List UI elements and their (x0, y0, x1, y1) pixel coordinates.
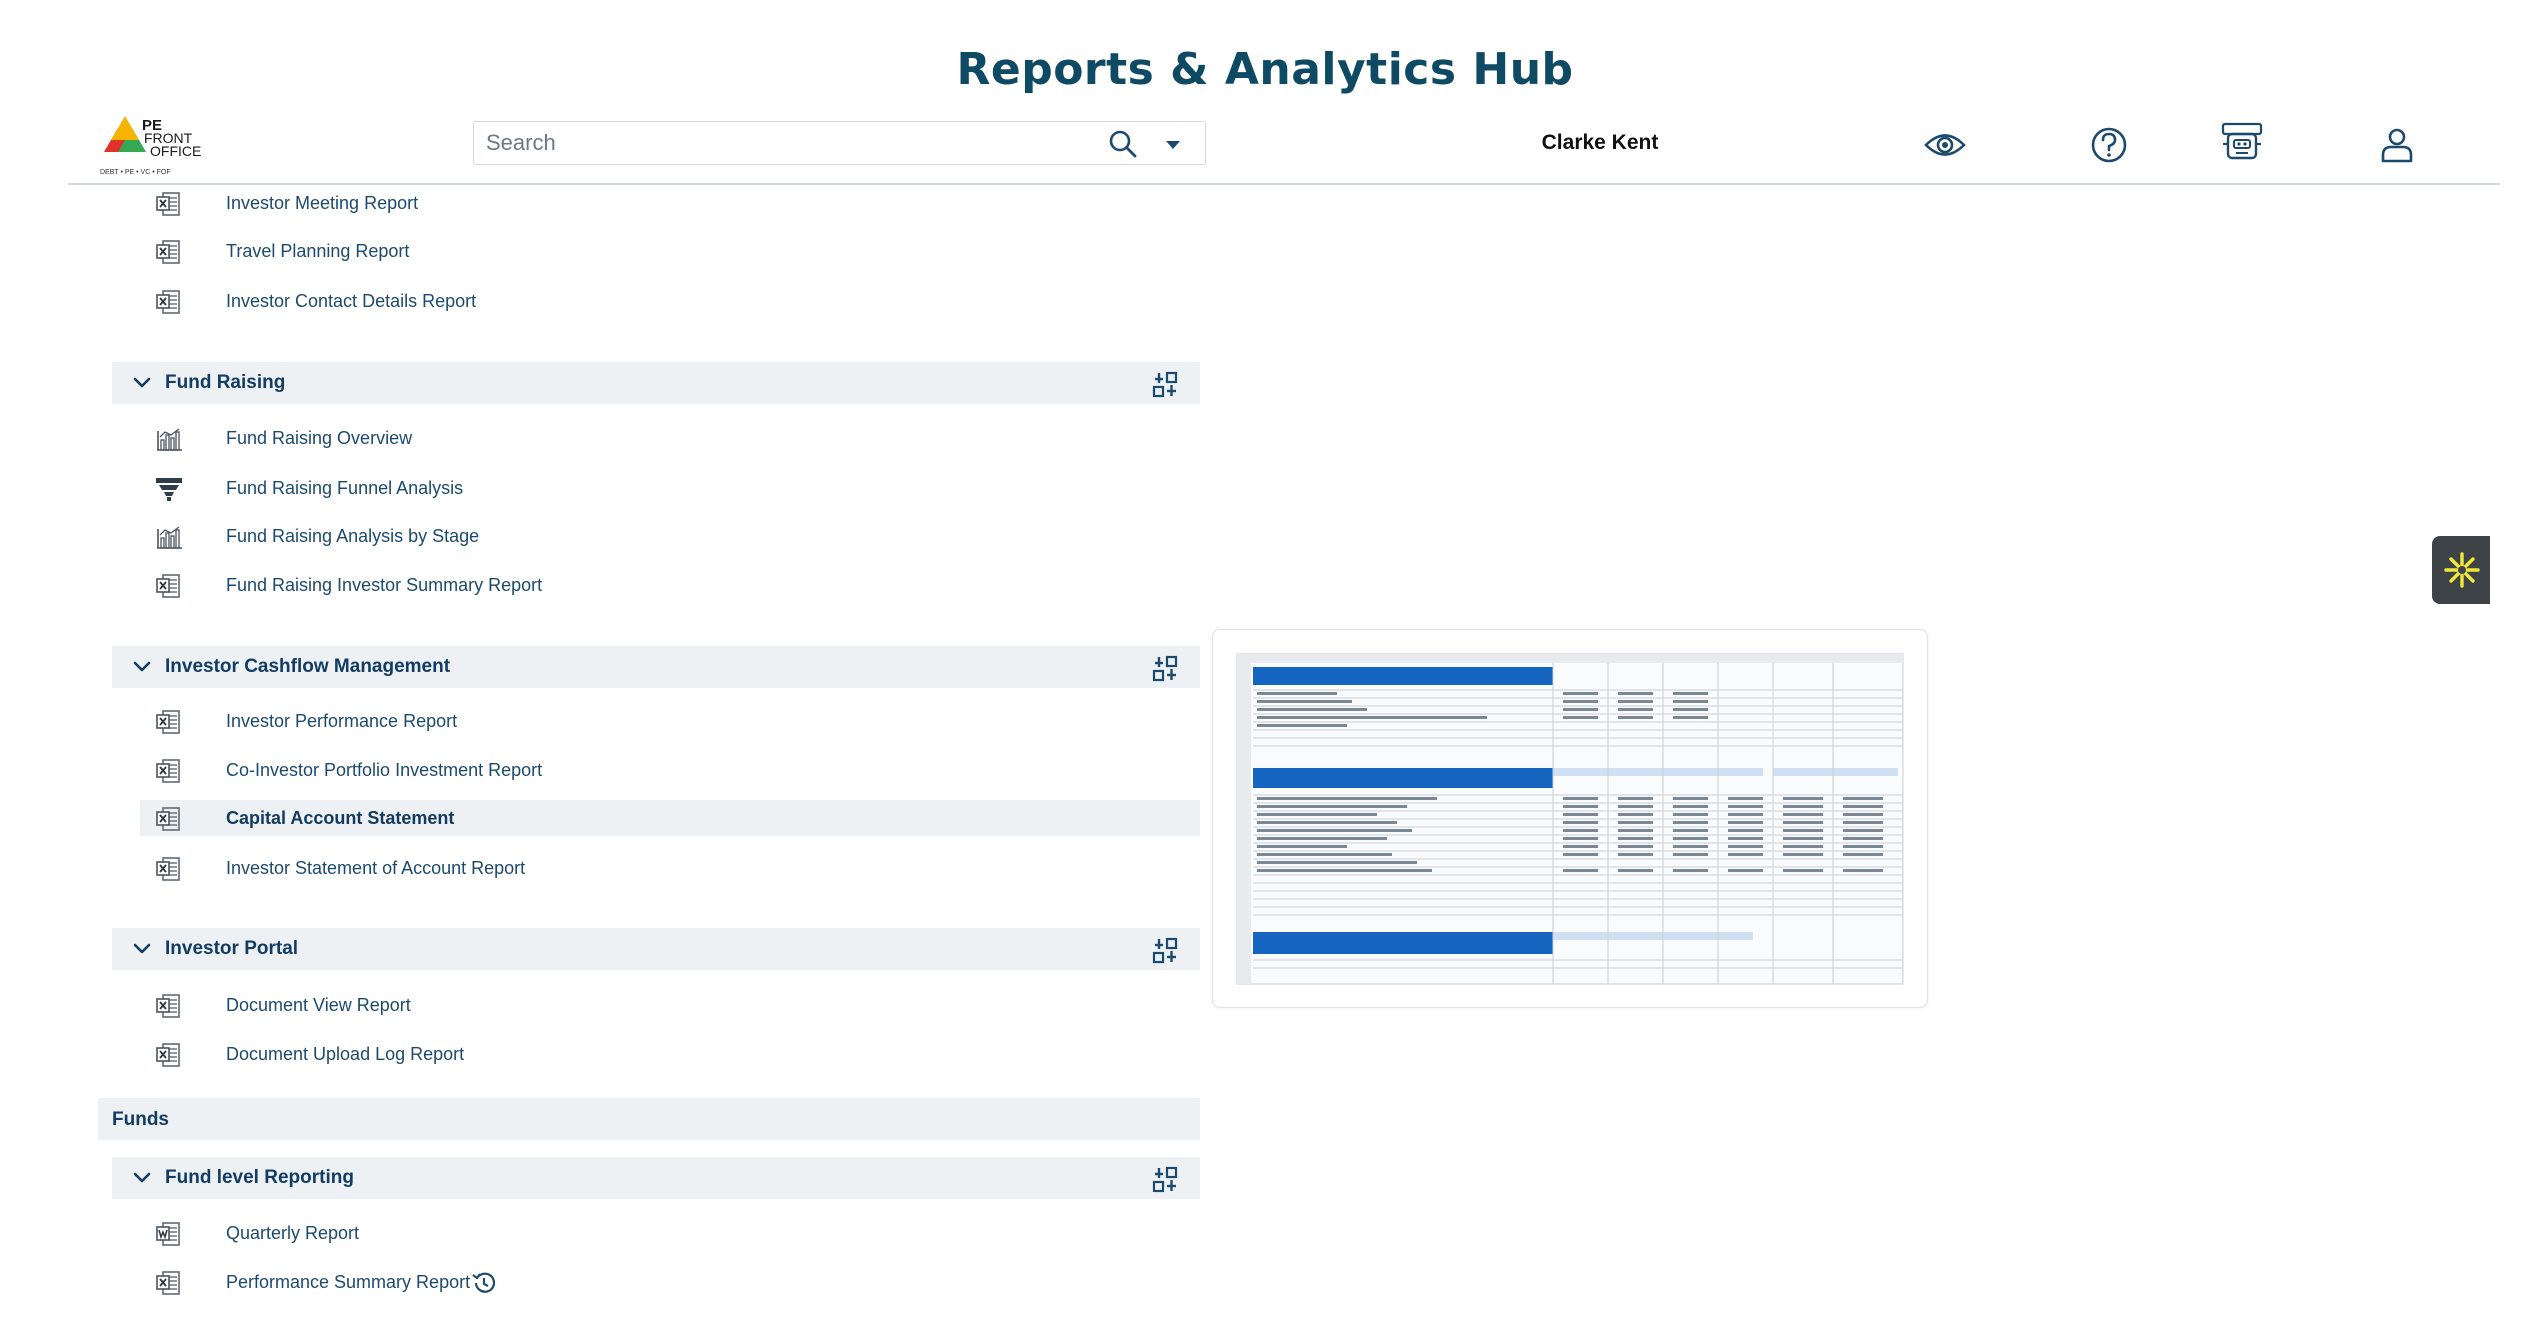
funnel-icon (155, 475, 183, 503)
report-item-label: Investor Contact Details Report (226, 291, 477, 311)
page-title: Reports & Analytics Hub (956, 44, 1574, 95)
chevron-down-icon[interactable] (132, 940, 152, 958)
section-title: Investor Portal (165, 938, 299, 959)
section-title: Fund Raising (165, 372, 286, 393)
report-item-label: Fund Raising Funnel Analysis (226, 478, 464, 498)
customize-icon[interactable] (1152, 370, 1178, 398)
report-item-selected[interactable]: Capital Account Statement (140, 800, 1200, 836)
chevron-down-icon[interactable] (132, 374, 152, 392)
report-item-label: Quarterly Report (226, 1223, 360, 1243)
report-item-label: Investor Statement of Account Report (226, 858, 526, 878)
report-item-label: Co-Investor Portfolio Investment Report (226, 760, 543, 780)
chevron-down-icon[interactable] (132, 1169, 152, 1187)
excel-file-icon (155, 708, 183, 736)
section-fund-raising[interactable]: Fund Raising (112, 362, 1200, 404)
excel-file-icon (155, 238, 183, 266)
user-icon[interactable] (2374, 122, 2420, 168)
excel-file-icon (155, 992, 183, 1020)
excel-file-icon (155, 572, 183, 600)
section-investor-portal[interactable]: Investor Portal (112, 928, 1200, 970)
search-input[interactable] (484, 122, 1088, 164)
customize-icon[interactable] (1152, 1165, 1178, 1193)
search-box (473, 121, 1206, 165)
help-icon[interactable] (2086, 122, 2132, 168)
customize-icon[interactable] (1152, 936, 1178, 964)
report-preview (1212, 629, 1928, 1008)
assistant-widget[interactable] (2432, 536, 2490, 604)
excel-file-icon (155, 1269, 183, 1297)
excel-file-icon (155, 1041, 183, 1069)
logo-brand-bottom: OFFICE (150, 143, 201, 159)
robot-icon[interactable] (2219, 120, 2265, 166)
chevron-down-icon[interactable] (132, 658, 152, 676)
chart-icon (155, 523, 183, 551)
report-item-label: Investor Performance Report (226, 711, 458, 731)
sparkle-icon (2444, 552, 2480, 588)
history-icon[interactable] (470, 1269, 498, 1297)
group-funds[interactable]: Funds (98, 1098, 1200, 1140)
pe-front-office-logo[interactable]: PE FRONT OFFICE DEBT • PE • VC • FOF (98, 110, 210, 178)
customize-icon[interactable] (1152, 654, 1178, 682)
report-item-label: Capital Account Statement (226, 808, 455, 828)
excel-file-icon (155, 855, 183, 883)
logo-tagline: DEBT • PE • VC • FOF (100, 169, 171, 176)
report-item-label: Document Upload Log Report (226, 1044, 465, 1064)
excel-file-icon (155, 288, 183, 316)
report-item-label: Fund Raising Analysis by Stage (226, 526, 480, 546)
section-investor-cashflow-management[interactable]: Investor Cashflow Management (112, 646, 1200, 688)
excel-file-icon (155, 805, 183, 833)
section-fund-level-reporting[interactable]: Fund level Reporting (112, 1157, 1200, 1199)
group-title: Funds (112, 1109, 169, 1130)
section-title: Investor Cashflow Management (165, 656, 451, 677)
section-title: Fund level Reporting (165, 1167, 354, 1188)
report-item-label: Travel Planning Report (226, 241, 410, 261)
user-name: Clarke Kent (1541, 131, 1659, 154)
report-item-label: Document View Report (226, 995, 411, 1015)
report-item-label: Fund Raising Investor Summary Report (226, 575, 543, 595)
eye-icon[interactable] (1922, 122, 1968, 168)
chart-icon (155, 425, 183, 453)
spreadsheet-thumbnail (1236, 653, 1904, 985)
report-item-label: Performance Summary Report (226, 1272, 471, 1292)
report-item-label: Fund Raising Overview (226, 428, 413, 448)
chevron-down-icon[interactable] (1162, 134, 1184, 154)
search-icon[interactable] (1108, 129, 1138, 159)
excel-file-icon (155, 190, 183, 218)
header-divider (68, 183, 2500, 185)
word-file-icon (155, 1220, 183, 1248)
excel-file-icon (155, 757, 183, 785)
report-item-label: Investor Meeting Report (226, 193, 419, 213)
